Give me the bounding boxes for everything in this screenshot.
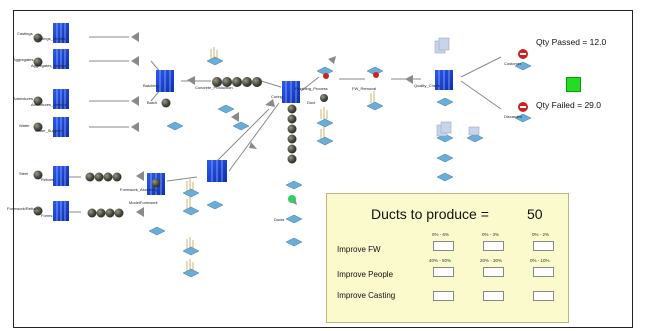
improve-people-range-1: 40% - 50% [429,258,452,263]
improve-fw-range-3: 0% - 2% [532,232,550,237]
control-panel: Ducts to produce = 50 Improve FW 0% - 6%… [326,193,569,323]
source-label-admixtures: Admixtures [13,96,34,101]
server-grid-lines [56,23,450,221]
qty-failed-label: Qty Failed = [536,100,583,110]
source-label-formwork: Formwork/Rebars [7,206,39,211]
source-label-water: Water [19,123,30,128]
improve-casting-input-2[interactable] [483,291,504,301]
improve-people-input-1[interactable] [433,267,454,277]
station-label-formwork-assembly: Formwork_Assembly [120,187,158,192]
qty-failed-display: Qty Failed = 29.0 [536,100,601,110]
improve-fw-label: Improve FW [337,245,381,254]
station-label-batching: Batching [143,83,159,88]
vendor-label-water: Water_Supplier [35,128,63,133]
ducts-to-produce-value: 50 [527,206,543,222]
station-label-ducts: Ducts [274,217,285,222]
improve-casting-input-1[interactable] [433,291,454,301]
server-stations[interactable] [53,23,453,221]
station-label-curing: Curing [271,94,283,99]
qty-passed-display: Qty Passed = 12.0 [536,37,606,47]
improve-casting-input-3[interactable] [533,291,554,301]
improve-fw-range-1: 0% - 6% [432,232,450,237]
station-label-discarded: Discarded [504,114,523,119]
station-label-concrete-production: Concrete_Production [195,85,233,90]
improve-people-input-2[interactable] [483,267,504,277]
improve-people-range-3: 0% - 10% [530,258,550,263]
station-label-batch: Batch [147,100,158,105]
source-label-aggregates: Aggregates [13,57,34,62]
improve-fw-input-1[interactable] [433,241,454,251]
improve-people-input-3[interactable] [533,267,554,277]
qty-passed-value: 12.0 [589,37,607,47]
vendor-label-admixtures: Admixtures_Vendor [31,102,66,107]
station-label-fw-removal: FW_Removal [352,86,377,91]
improve-casting-label: Improve Casting [337,291,396,300]
qty-passed-label: Qty Passed = [536,37,588,47]
qty-failed-value: 29.0 [584,100,601,110]
improve-people-label: Improve People [337,270,394,279]
flow-connectors [65,36,502,213]
status-indicator [566,77,581,92]
vendor-label-formwork: Forms [41,213,53,218]
simulation-canvas[interactable]: Castings Castings_Vendor Aggregates Aggr… [7,10,633,328]
ducts-to-produce-label: Ducts to produce = [371,206,489,222]
improve-fw-input-3[interactable] [533,241,554,251]
source-label-steel: Steel [19,171,29,176]
station-label-finishing-process: Finishing_Process [295,86,328,91]
station-label-duct: Duct [307,100,316,105]
station-label-modelformwork: ModelFormwork [129,200,158,205]
vendor-label-aggregates: Aggregates_Vendor [31,63,67,68]
vendor-label-castings: Castings_Vendor [35,36,66,41]
station-label-quality-check: Quality_Check [414,83,441,88]
source-label-castings: Castings [17,31,33,36]
station-label-customer: Customer [504,61,522,66]
vendor-label-steel: Rebars [41,177,54,182]
improve-people-range-2: 20% - 30% [480,258,503,263]
improve-fw-range-2: 0% - 3% [482,232,500,237]
improve-fw-input-2[interactable] [483,241,504,251]
